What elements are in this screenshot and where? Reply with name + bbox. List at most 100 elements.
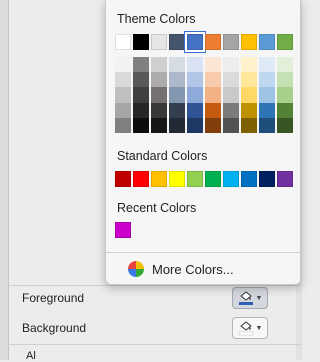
more-colors-label: More Colors...: [152, 261, 234, 277]
next-section-label: Al: [26, 350, 36, 362]
theme-shade-swatch[interactable]: [223, 102, 239, 118]
theme-shade-swatch[interactable]: [169, 72, 185, 88]
theme-shade-swatch[interactable]: [169, 57, 185, 73]
theme-shade-swatch[interactable]: [169, 102, 185, 118]
theme-shade-swatch[interactable]: [115, 57, 131, 73]
theme-shade-swatch[interactable]: [259, 57, 275, 73]
theme-color-swatch[interactable]: [185, 32, 205, 52]
theme-shade-swatch[interactable]: [187, 102, 203, 118]
paint-bucket-icon: [238, 320, 254, 336]
more-colors-button[interactable]: More Colors...: [128, 261, 234, 277]
paint-bucket-icon: [238, 290, 254, 306]
theme-shade-swatch[interactable]: [223, 87, 239, 103]
theme-shade-swatch[interactable]: [205, 102, 221, 118]
shade-column: [241, 57, 257, 133]
standard-color-swatch[interactable]: [151, 171, 167, 187]
theme-shade-swatch[interactable]: [115, 72, 131, 88]
theme-shade-swatch[interactable]: [151, 117, 167, 133]
foreground-label: Foreground: [22, 291, 85, 305]
standard-color-swatch[interactable]: [205, 171, 221, 187]
theme-shade-swatch[interactable]: [133, 87, 149, 103]
theme-shade-swatch[interactable]: [187, 87, 203, 103]
theme-color-swatch[interactable]: [115, 34, 131, 50]
theme-shade-swatch[interactable]: [133, 117, 149, 133]
theme-shade-swatch[interactable]: [151, 102, 167, 118]
standard-color-swatch[interactable]: [133, 171, 149, 187]
recent-color-swatch[interactable]: [115, 222, 131, 238]
theme-shade-swatch[interactable]: [169, 117, 185, 133]
theme-color-swatch[interactable]: [133, 34, 149, 50]
shade-column: [259, 57, 275, 133]
recent-colors-title: Recent Colors: [117, 201, 197, 215]
theme-shade-swatch[interactable]: [133, 57, 149, 73]
theme-color-swatch[interactable]: [205, 34, 221, 50]
standard-color-swatch[interactable]: [277, 171, 293, 187]
shade-column: [223, 57, 239, 133]
shade-column: [133, 57, 149, 133]
color-picker-popup: Theme Colors Standard Colors Recent Colo…: [105, 0, 301, 285]
theme-shade-swatch[interactable]: [205, 117, 221, 133]
background-color-button[interactable]: ▼: [232, 317, 268, 339]
standard-color-swatch[interactable]: [169, 171, 185, 187]
background-label: Background: [22, 321, 87, 335]
chevron-down-icon: ▼: [255, 324, 263, 332]
theme-shade-swatch[interactable]: [277, 117, 293, 133]
theme-color-swatch[interactable]: [241, 34, 257, 50]
theme-shade-swatch[interactable]: [205, 87, 221, 103]
theme-shade-swatch[interactable]: [151, 57, 167, 73]
theme-shade-swatch[interactable]: [223, 117, 239, 133]
shade-column: [277, 57, 293, 133]
theme-color-swatch[interactable]: [151, 34, 167, 50]
theme-shade-swatch[interactable]: [205, 57, 221, 73]
popup-divider: [106, 252, 300, 253]
standard-colors-row: [115, 171, 293, 187]
theme-color-swatch[interactable]: [169, 34, 185, 50]
theme-shade-swatch[interactable]: [151, 87, 167, 103]
theme-color-swatch[interactable]: [277, 34, 293, 50]
standard-color-swatch[interactable]: [187, 171, 203, 187]
theme-shade-swatch[interactable]: [259, 117, 275, 133]
panel-divider: [8, 344, 302, 345]
theme-colors-title: Theme Colors: [117, 12, 196, 26]
theme-shade-swatch[interactable]: [133, 72, 149, 88]
theme-shade-swatch[interactable]: [241, 117, 257, 133]
theme-shade-swatch[interactable]: [223, 72, 239, 88]
standard-color-swatch[interactable]: [241, 171, 257, 187]
theme-shade-swatch[interactable]: [133, 102, 149, 118]
shade-column: [169, 57, 185, 133]
shade-column: [205, 57, 221, 133]
theme-shade-swatch[interactable]: [277, 87, 293, 103]
shade-column: [115, 57, 131, 133]
theme-colors-row: [115, 32, 293, 52]
theme-shade-swatch[interactable]: [241, 102, 257, 118]
theme-shade-swatch[interactable]: [169, 87, 185, 103]
theme-shade-swatch[interactable]: [115, 87, 131, 103]
theme-shade-swatch[interactable]: [205, 72, 221, 88]
theme-shade-swatch[interactable]: [115, 102, 131, 118]
theme-shades-grid: [115, 57, 293, 133]
shade-column: [187, 57, 203, 133]
color-wheel-icon: [128, 261, 144, 277]
theme-shade-swatch[interactable]: [223, 57, 239, 73]
theme-shade-swatch[interactable]: [187, 117, 203, 133]
theme-shade-swatch[interactable]: [115, 117, 131, 133]
theme-shade-swatch[interactable]: [277, 102, 293, 118]
theme-shade-swatch[interactable]: [187, 72, 203, 88]
theme-shade-swatch[interactable]: [151, 72, 167, 88]
standard-color-swatch[interactable]: [259, 171, 275, 187]
foreground-color-button[interactable]: ▼: [232, 287, 268, 309]
theme-shade-swatch[interactable]: [241, 57, 257, 73]
theme-shade-swatch[interactable]: [277, 72, 293, 88]
theme-shade-swatch[interactable]: [187, 57, 203, 73]
theme-shade-swatch[interactable]: [259, 87, 275, 103]
standard-color-swatch[interactable]: [115, 171, 131, 187]
theme-shade-swatch[interactable]: [241, 87, 257, 103]
theme-shade-swatch[interactable]: [259, 102, 275, 118]
standard-color-swatch[interactable]: [223, 171, 239, 187]
sidebar-edge: [0, 0, 9, 360]
theme-shade-swatch[interactable]: [241, 72, 257, 88]
theme-shade-swatch[interactable]: [259, 72, 275, 88]
theme-color-swatch[interactable]: [223, 34, 239, 50]
theme-color-swatch[interactable]: [259, 34, 275, 50]
theme-shade-swatch[interactable]: [277, 57, 293, 73]
